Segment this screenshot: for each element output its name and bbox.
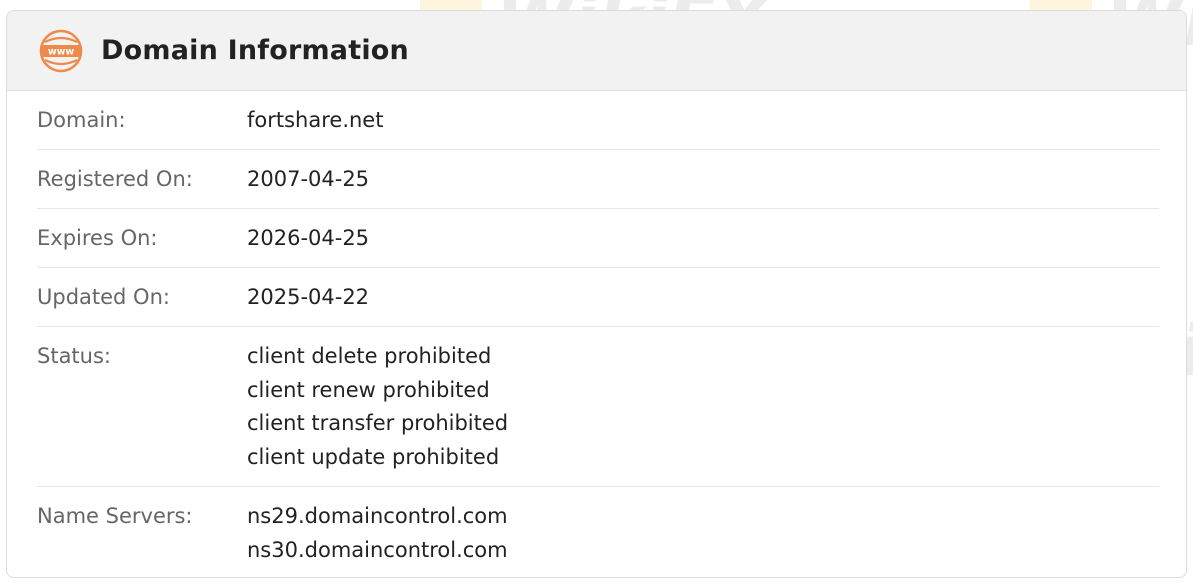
row-status: Status: client delete prohibited client … [37, 327, 1159, 487]
row-value: ns29.domaincontrol.com ns30.domaincontro… [247, 487, 1159, 577]
name-server-value: ns29.domaincontrol.com [247, 504, 508, 528]
registered-on-value: 2007-04-25 [247, 167, 370, 191]
status-value: client transfer prohibited [247, 411, 509, 435]
row-registered-on: Registered On: 2007-04-25 [37, 150, 1159, 209]
status-value: client renew prohibited [247, 377, 490, 402]
row-value: 2025-04-22 [247, 268, 1159, 326]
row-label: Updated On: [37, 285, 170, 309]
info-rows: Domain: fortshare.net Registered On: 200… [7, 91, 1186, 577]
row-expires-on: Expires On: 2026-04-25 [37, 209, 1159, 268]
row-value: 2007-04-25 [247, 150, 1159, 208]
row-domain: Domain: fortshare.net [37, 91, 1159, 150]
status-value: client delete prohibited [247, 344, 492, 368]
row-value: fortshare.net [247, 91, 1159, 149]
domain-value: fortshare.net [247, 108, 384, 132]
row-label: Registered On: [37, 167, 193, 191]
row-name-servers: Name Servers: ns29.domaincontrol.com ns3… [37, 487, 1159, 577]
row-label: Domain: [37, 108, 126, 132]
row-label: Name Servers: [37, 504, 193, 528]
svg-text:www: www [48, 46, 75, 57]
row-label: Status: [37, 344, 111, 368]
row-value: client delete prohibited client renew pr… [247, 327, 1159, 486]
expires-on-value: 2026-04-25 [247, 226, 370, 250]
www-globe-icon: www [38, 28, 84, 74]
updated-on-value: 2025-04-22 [247, 285, 370, 309]
card-header: www Domain Information [7, 11, 1186, 91]
domain-information-card: www Domain Information Domain: fortshare… [6, 10, 1187, 578]
status-value: client update prohibited [247, 444, 500, 469]
name-server-value: ns30.domaincontrol.com [247, 537, 508, 562]
row-value: 2026-04-25 [247, 209, 1159, 267]
row-label: Expires On: [37, 226, 158, 250]
row-updated-on: Updated On: 2025-04-22 [37, 268, 1159, 327]
card-title: Domain Information [101, 35, 409, 66]
